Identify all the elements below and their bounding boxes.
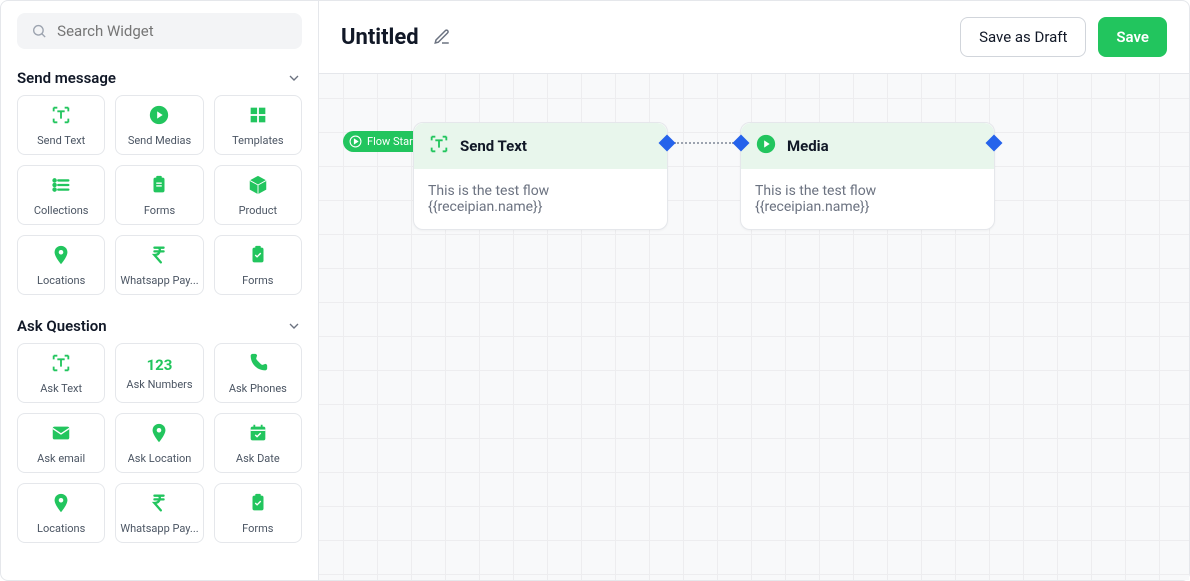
widget-locations[interactable]: Locations [17,235,105,295]
widget-label: Send Text [37,134,85,147]
topbar: Untitled Save as Draft Save [319,1,1189,74]
flow-canvas[interactable]: Flow Start Send Text This is the test flo… [319,74,1189,580]
widget-label: Forms [144,204,175,217]
widget-send-text[interactable]: Send Text [17,95,105,155]
rupee-icon [148,492,170,518]
widget-label: Ask Text [40,382,82,395]
clipboard-check-icon [247,244,269,270]
pin-icon [148,422,170,448]
page-title: Untitled [341,25,419,50]
pin-icon [50,244,72,270]
node-header: Media [741,123,994,169]
clipboard-check-icon [247,492,269,518]
section-title: Ask Question [17,317,107,335]
widget-label: Send Medias [128,134,191,147]
widget-ask-phones[interactable]: Ask Phones [214,343,302,403]
search-icon [31,22,47,40]
widget-label: Forms [242,522,273,535]
mail-icon [50,422,72,448]
numbers-icon: 123 [147,355,173,374]
widget-ask-numbers[interactable]: 123 Ask Numbers [115,343,203,403]
rupee-icon [148,244,170,270]
save-button[interactable]: Save [1098,17,1167,57]
node-body: This is the test flow {{receipian.name}} [414,169,667,229]
play-circle-icon [148,104,170,130]
section-header[interactable]: Send message [17,61,302,95]
flow-node-n1[interactable]: Send Text This is the test flow {{receipi… [413,122,668,230]
widget-label: Ask Date [236,452,280,465]
widget-sidebar: Send message Send Text Send Medias Template… [1,1,319,580]
clipboard-icon [148,174,170,200]
text-frame-icon [428,133,450,159]
widget-label: Ask Location [128,452,192,465]
pin-icon [50,492,72,518]
search-box[interactable] [17,13,302,49]
widget-forms2[interactable]: Forms [214,235,302,295]
node-body: This is the test flow {{receipian.name}} [741,169,994,229]
search-input[interactable] [57,22,288,40]
widget-label: Ask Numbers [126,378,192,391]
widget-ask-location[interactable]: Ask Location [115,413,203,473]
widget-product[interactable]: Product [214,165,302,225]
flow-start-label: Flow Start [367,135,417,148]
node-header: Send Text [414,123,667,169]
widget-collections[interactable]: Collections [17,165,105,225]
grid-icon [247,104,269,130]
widget-label: Forms [242,274,273,287]
node-title: Send Text [460,137,527,155]
widget-forms[interactable]: Forms [115,165,203,225]
cube-icon [247,174,269,200]
widget-ask-date[interactable]: Ask Date [214,413,302,473]
node-title: Media [787,137,829,155]
widget-label: Ask email [37,452,85,465]
widget-forms3[interactable]: Forms [214,483,302,543]
text-frame-icon [50,104,72,130]
section-title: Send message [17,69,116,87]
play-circle-icon [755,133,777,159]
widget-label: Locations [37,522,85,535]
widget-label: Collections [34,204,89,217]
edge-connector [674,142,734,144]
widget-templates[interactable]: Templates [214,95,302,155]
widget-label: Whatsapp Pay... [120,274,198,287]
widget-label: Product [239,204,277,217]
save-draft-button[interactable]: Save as Draft [960,17,1086,57]
widget-ask-email[interactable]: Ask email [17,413,105,473]
widget-label: Whatsapp Pay... [120,522,198,535]
widget-send-medias[interactable]: Send Medias [115,95,203,155]
chevron-down-icon [286,70,302,86]
main-area: Untitled Save as Draft Save Flow Start S… [319,1,1189,580]
phone-icon [247,352,269,378]
flow-node-n2[interactable]: Media This is the test flow {{receipian.n… [740,122,995,230]
widget-label: Templates [232,134,283,147]
text-frame-icon [50,352,72,378]
widget-ask-text[interactable]: Ask Text [17,343,105,403]
list-icon [50,174,72,200]
widget-locations2[interactable]: Locations [17,483,105,543]
widget-label: Locations [37,274,85,287]
widget-whatsapp-pay[interactable]: Whatsapp Pay... [115,235,203,295]
play-icon [349,135,362,148]
calendar-icon [247,422,269,448]
edit-icon[interactable] [433,28,451,46]
chevron-down-icon [286,318,302,334]
widget-whatsapp-pay2[interactable]: Whatsapp Pay... [115,483,203,543]
widget-label: Ask Phones [229,382,287,395]
section-header[interactable]: Ask Question [17,309,302,343]
